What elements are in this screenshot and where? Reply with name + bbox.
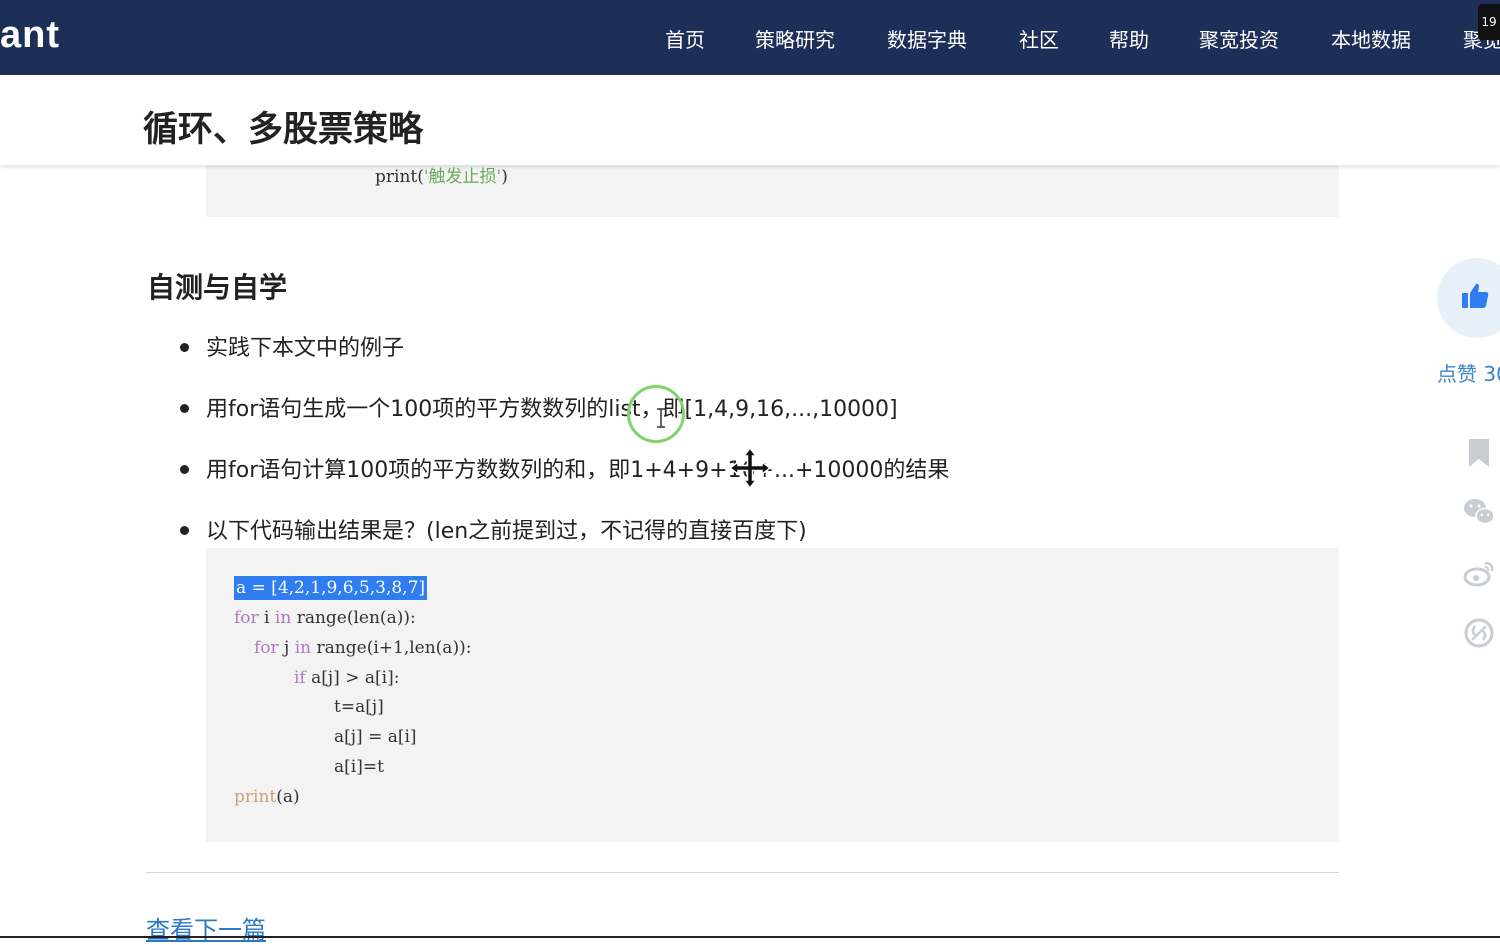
bullet-dot (180, 526, 189, 535)
text-cursor-icon (657, 408, 665, 428)
code-line: if a[j] > a[i]: (294, 668, 400, 688)
wechat-icon[interactable] (1463, 496, 1495, 528)
next-article-link[interactable]: 查看下一篇 (146, 910, 266, 945)
nav-item-joinquant-invest[interactable]: 聚宽投资 (1199, 24, 1279, 53)
nav-item-local-data[interactable]: 本地数据 (1331, 24, 1411, 53)
share-icon[interactable] (1463, 617, 1495, 649)
section-divider (146, 872, 1339, 873)
nav-item-strategy-research[interactable]: 策略研究 (755, 24, 835, 53)
code-block-exercise[interactable]: a = [4,2,1,9,6,5,3,8,7] for i in range(l… (206, 548, 1339, 842)
nav-menu: 首页 策略研究 数据字典 社区 帮助 聚宽投资 本地数据 聚宽 (0, 0, 1500, 75)
thumbs-up-icon (1462, 283, 1489, 308)
weibo-icon[interactable] (1463, 557, 1495, 589)
section-heading: 自测与自学 (147, 271, 288, 304)
code-line: t=a[j] (334, 697, 384, 717)
code-line: a[i]=t (334, 757, 384, 777)
bullet-dot (180, 404, 189, 413)
code-line-selected[interactable]: a = [4,2,1,9,6,5,3,8,7] (234, 576, 428, 600)
move-cursor-icon (728, 446, 772, 490)
bullet-dot (180, 465, 189, 474)
bullet-dot (180, 343, 189, 352)
code-line: print('触发止损') (375, 167, 508, 187)
bookmark-icon[interactable] (1463, 437, 1495, 469)
code-line: for j in range(i+1,len(a)): (254, 638, 472, 658)
nav-item-help[interactable]: 帮助 (1109, 24, 1149, 53)
corner-badge[interactable]: 19 (1478, 4, 1500, 40)
nav-item-community[interactable]: 社区 (1019, 24, 1059, 53)
code-line: a[j] = a[i] (334, 727, 417, 747)
nav-item-home[interactable]: 首页 (665, 24, 705, 53)
top-navigation: ant 首页 策略研究 数据字典 社区 帮助 聚宽投资 本地数据 聚宽 19 (0, 0, 1500, 75)
like-count: 点赞 30 (1437, 362, 1500, 386)
nav-item-data-dictionary[interactable]: 数据字典 (887, 24, 967, 53)
article-title-bar: 循环、多股票策略 (0, 75, 1500, 165)
code-line: print(a) (234, 787, 300, 807)
code-line: for i in range(len(a)): (234, 608, 416, 628)
page-title: 循环、多股票策略 (143, 110, 424, 150)
